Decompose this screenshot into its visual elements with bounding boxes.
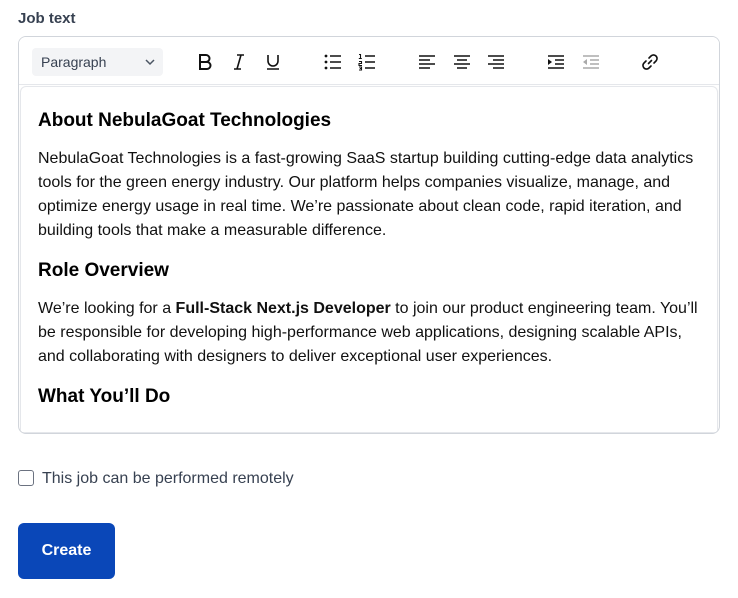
align-center-icon [454,55,470,69]
bold-icon [199,54,212,70]
bullet-list-button[interactable] [322,51,344,73]
italic-icon [234,54,244,70]
bullet-list-icon [324,54,341,70]
rich-text-editor: Paragraph About NebulaGoat Technologies … [18,36,720,434]
bold-button[interactable] [194,51,216,73]
editor-toolbar: Paragraph [19,37,719,85]
role-paragraph: We’re looking for a Full-Stack Next.js D… [38,297,700,369]
align-left-button[interactable] [416,51,438,73]
link-button[interactable] [639,51,661,73]
editor-content[interactable]: About NebulaGoat Technologies NebulaGoat… [20,86,718,433]
indent-icon [548,55,564,69]
about-paragraph: NebulaGoat Technologies is a fast-growin… [38,150,694,239]
align-right-button[interactable] [485,51,507,73]
create-button[interactable]: Create [18,523,115,579]
indent-button[interactable] [545,51,567,73]
outdent-button[interactable] [580,51,602,73]
chevron-down-icon [145,59,155,66]
outdent-icon [583,55,599,69]
role-text-bold: Full-Stack Next.js Developer [175,300,391,317]
job-text-label: Job text [18,10,76,27]
role-text-before: We’re looking for a [38,300,176,317]
align-left-icon [419,55,435,69]
about-heading: About NebulaGoat Technologies [38,110,332,131]
remote-checkbox[interactable] [18,470,34,486]
numbered-list-icon [358,53,375,71]
align-right-icon [488,55,504,69]
link-icon [642,54,658,70]
block-type-select[interactable]: Paragraph [32,48,163,76]
italic-button[interactable] [228,51,250,73]
align-center-button[interactable] [451,51,473,73]
todo-heading: What You’ll Do [38,386,171,407]
remote-checkbox-label: This job can be performed remotely [42,470,294,487]
block-type-value: Paragraph [41,54,107,70]
remote-option[interactable]: This job can be performed remotely [18,469,294,487]
underline-icon [267,55,279,70]
numbered-list-button[interactable] [356,51,378,73]
underline-button[interactable] [262,51,284,73]
role-heading: Role Overview [38,260,169,281]
